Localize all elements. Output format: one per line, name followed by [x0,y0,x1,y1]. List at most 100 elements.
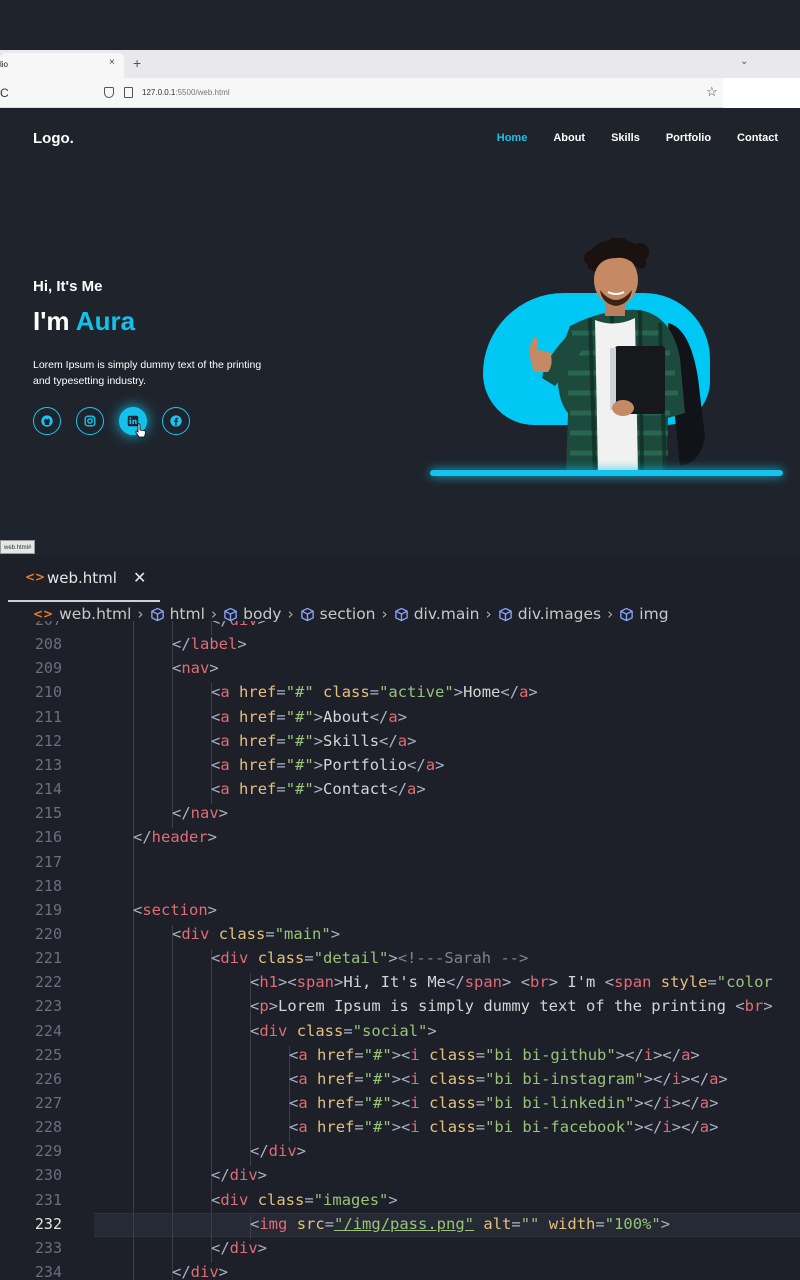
line-number: 210 [34,683,62,702]
code-token: class [257,949,305,968]
code-line[interactable]: <section> [133,901,217,919]
code-token: width [548,1214,596,1233]
editor-tab-active[interactable]: <> web.html ✕ [8,555,160,602]
facebook-link[interactable] [162,407,190,435]
code-token: > [528,683,538,702]
chevron-down-icon[interactable]: ⌄ [740,56,748,67]
code-token: br [530,973,549,992]
code-area[interactable]: 207</div>208</label>209<nav>210<a href="… [0,621,800,1280]
code-token: > [690,1045,700,1064]
code-line[interactable]: </div> [172,1263,228,1280]
code-token: > [435,755,445,774]
code-token: "#" [285,707,314,726]
code-token: < [172,924,182,943]
code-token: < [604,973,615,992]
line-number: 222 [34,973,62,992]
element-cube-icon [224,607,237,621]
url-field[interactable]: 127.0.0.1:5500/web.html [142,88,230,97]
code-token: href [317,1045,355,1064]
reload-icon[interactable]: C [0,86,9,100]
url-host: 127.0.0.1 [142,88,176,97]
code-line[interactable]: </label> [172,635,247,653]
code-token: > [334,973,344,992]
close-icon[interactable]: × [109,57,115,68]
code-line[interactable]: </div> [250,1142,306,1160]
code-line[interactable]: <h1><span>Hi, It's Me</span> <br> I'm <s… [250,973,773,991]
close-icon[interactable]: ✕ [133,568,146,587]
code-token: a [397,731,408,750]
code-line[interactable]: <a href="#">Portfolio</a> [211,756,444,774]
new-tab-button[interactable]: + [133,55,141,71]
element-cube-icon [394,607,408,621]
nav-home[interactable]: Home [497,132,528,144]
browser-tab[interactable]: lio × [0,53,124,78]
code-line[interactable]: <a href="#">Skills</a> [211,732,416,750]
code-token: header [151,828,208,847]
code-line[interactable]: </nav> [172,804,228,822]
code-token: a [298,1045,308,1064]
code-line[interactable]: </header> [133,828,217,846]
nav-skills[interactable]: Skills [611,132,640,144]
github-link[interactable] [33,407,61,435]
code-token: p [259,997,269,1016]
code-line[interactable]: <a href="#"><i class="bi bi-facebook"></… [289,1118,718,1136]
shield-icon[interactable] [104,87,114,98]
code-line[interactable]: <div class="social"> [250,1022,437,1040]
code-token: = [276,683,286,702]
instagram-link[interactable] [76,407,104,435]
code-token: class [429,1118,476,1137]
code-line[interactable]: <a href="#">About</a> [211,708,407,726]
code-token: > [207,900,218,919]
code-token: a [699,1118,710,1137]
nav-about[interactable]: About [553,132,585,144]
code-token: = [475,1069,486,1088]
code-token: = [276,707,286,726]
hero-description: Lorem Ipsum is simply dummy text of the … [33,357,313,389]
code-line[interactable]: <p>Lorem Ipsum is simply dummy text of t… [250,997,773,1015]
code-token: i [671,1069,682,1088]
element-cube-icon [150,607,164,621]
code-line[interactable]: </div> [211,1239,267,1257]
code-line[interactable]: <a href="#" class="active">Home</a> [211,683,538,701]
code-token: a [519,683,529,702]
code-line[interactable]: <a href="#"><i class="bi bi-instagram"><… [289,1070,728,1088]
code-token: a [220,707,230,726]
page-info-icon[interactable] [124,87,133,98]
code-line[interactable]: </div> [211,621,267,629]
nav-portfolio[interactable]: Portfolio [666,132,711,144]
code-token: </ [211,1238,230,1257]
site-preview: Logo. Home About Skills Portfolio Contac… [0,108,800,555]
nav-contact[interactable]: Contact [737,132,778,144]
code-line[interactable]: <nav> [172,659,219,677]
code-token: > [218,1263,229,1280]
code-line[interactable]: <a href="#"><i class="bi bi-github"></i>… [289,1046,700,1064]
code-token: i [410,1094,420,1112]
code-token: = [343,1021,353,1040]
line-number: 231 [34,1190,62,1209]
code-token: > [397,707,408,726]
code-line[interactable]: <div class="main"> [172,925,340,943]
code-token: href [317,1069,355,1088]
element-cube-icon [300,607,314,621]
code-line[interactable]: <a href="#">Contact</a> [211,780,426,798]
code-line[interactable]: <div class="images"> [211,1191,398,1209]
code-token: "100%" [604,1214,661,1233]
code-token: < [250,1214,260,1233]
site-logo[interactable]: Logo. [33,130,74,147]
code-token: < [133,900,143,919]
star-icon[interactable]: ☆ [706,84,718,100]
code-token: Portfolio [323,755,408,774]
code-token: I'm [558,973,605,992]
code-line[interactable]: <img src="/img/pass.png" alt="" width="1… [250,1215,670,1233]
code-line[interactable]: </div> [211,1166,267,1184]
code-line[interactable]: <div class="detail"><!---Sarah --> [211,949,528,967]
code-token: < [289,1069,299,1088]
code-token: = [354,1094,364,1112]
code-line[interactable]: <a href="#"><i class="bi bi-linkedin"></… [289,1094,718,1112]
indent-guide [211,949,212,1264]
